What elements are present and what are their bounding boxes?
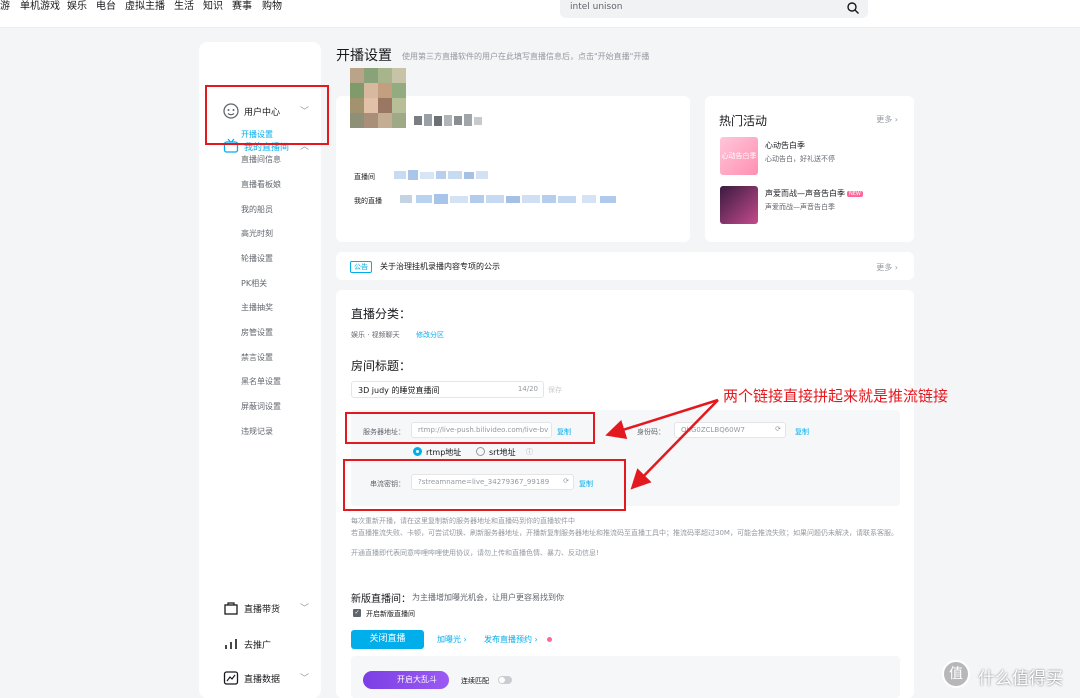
note-line: 若直播推流失败、卡顿，可尝试切换、刷新服务器地址，开播新复制服务器地址和推流码至… <box>351 529 898 537</box>
chevron-down-icon: ﹀ <box>299 674 309 684</box>
category-title: 直播分类： <box>351 307 412 321</box>
hot-item-sub: 声爱而战—声音告白季 <box>765 203 835 211</box>
chevron-down-icon: ﹀ <box>299 604 309 614</box>
nav-item[interactable]: 游 <box>0 0 10 14</box>
sidebar-item-stats[interactable]: 直播数据 ﹀ <box>199 665 321 691</box>
schedule-link[interactable]: 发布直播预约 › <box>484 634 538 645</box>
room-url-mosaic <box>394 170 488 180</box>
notice-text[interactable]: 关于治理挂机录播内容专项的公示 <box>380 261 500 272</box>
instruction-notes: 每次重新开播，请在这里复制新的服务器地址和直播码到你的直播软件中 若直播推流失败… <box>351 515 901 559</box>
sidebar-item-label: 直播数据 <box>244 675 281 685</box>
change-category-link[interactable]: 修改分区 <box>416 330 444 340</box>
help-icon[interactable]: ⓘ <box>526 447 533 457</box>
sidebar-sub-item[interactable]: PK相关 <box>241 278 267 289</box>
sidebar-sub-item[interactable]: 房管设置 <box>241 327 273 338</box>
chart-icon <box>223 671 239 685</box>
sidebar-sub-item[interactable]: 轮播设置 <box>241 253 273 264</box>
highlight-box <box>205 85 329 145</box>
nav-item[interactable]: 购物 <box>262 0 282 14</box>
sidebar-sub-item[interactable]: 高光时刻 <box>241 228 273 239</box>
page-title: 开播设置 <box>336 48 392 64</box>
category-value: 娱乐 · 视频聊天 <box>351 331 400 339</box>
search-icon[interactable] <box>846 1 860 15</box>
sidebar-sub-item[interactable]: 黑名单设置 <box>241 376 281 387</box>
hot-item-title: 心动告白季 <box>765 141 805 150</box>
nav-item[interactable]: 单机游戏 <box>20 0 60 14</box>
profile-card: 直播间 我的直播 <box>336 68 690 242</box>
hot-thumb: 心动告白季 <box>720 137 758 175</box>
highlight-box <box>343 459 626 511</box>
nav-item[interactable]: 虚拟主播 <box>125 0 165 14</box>
room-title-input[interactable]: 3D judy 的睡觉直播间 14/20 <box>351 381 544 398</box>
nav-item[interactable]: 赛事 <box>232 0 252 14</box>
nav-item[interactable]: 电台 <box>96 0 116 14</box>
top-nav: 游 单机游戏 娱乐 电台 虚拟主播 生活 知识 赛事 购物 <box>0 0 1080 28</box>
sidebar-sub-item[interactable]: 我的船员 <box>241 204 273 215</box>
refresh-icon[interactable]: ⟳ <box>775 425 781 433</box>
hot-more-link[interactable]: 更多 › <box>876 114 898 125</box>
hot-title: 热门活动 <box>719 114 768 128</box>
enable-new-label: 开启新版直播间 <box>366 610 415 618</box>
sidebar-sub-item[interactable]: 主播抽奖 <box>241 302 273 313</box>
new-room-title: 新版直播间： <box>351 594 411 605</box>
srt-label: srt地址 <box>489 448 516 457</box>
search-input[interactable]: intel unison <box>560 0 868 18</box>
hot-item-title: 声爱而战—声音告白季 NEW <box>765 189 863 198</box>
note-line: 每次重新开播，请在这里复制新的服务器地址和直播码到你的直播软件中 <box>351 517 575 525</box>
promote-icon <box>225 639 237 649</box>
continuous-label: 连续匹配 <box>461 677 489 685</box>
annotation-arrows <box>605 398 719 490</box>
sidebar-sub-item[interactable]: 直播间信息 <box>241 154 281 165</box>
close-live-button[interactable]: 关闭直播 <box>351 630 424 649</box>
hot-item-sub: 心动告白，好礼送不停 <box>765 155 835 163</box>
room-label: 直播间 <box>354 173 375 181</box>
title-count: 14/20 <box>517 385 538 393</box>
note-line: 开通直播即代表同意哔哩哔哩使用协议，请勿上传和直播色情、暴力、反动信息! <box>351 549 599 557</box>
nav-item[interactable]: 生活 <box>174 0 194 14</box>
sidebar-sub-item[interactable]: 禁言设置 <box>241 352 273 363</box>
notice-more-link[interactable]: 更多 › <box>876 262 898 273</box>
highlight-box <box>345 412 595 444</box>
watermark-text: 什么值得买 <box>978 669 1063 689</box>
notice-bar: 公告 关于治理挂机录播内容专项的公示 更多 › <box>336 252 914 280</box>
rtmp-label: rtmp地址 <box>426 448 462 457</box>
red-dot <box>547 637 552 642</box>
sidebar-sub-item[interactable]: 违规记录 <box>241 426 273 437</box>
room-title-label: 房间标题： <box>351 359 412 373</box>
my-live-url-mosaic <box>400 194 616 204</box>
hot-thumb <box>720 186 758 224</box>
search-value: intel unison <box>570 2 623 12</box>
continuous-toggle[interactable] <box>498 676 512 684</box>
save-button[interactable]: 保存 <box>548 385 562 395</box>
battle-button[interactable]: 开启大乱斗 <box>363 671 449 689</box>
hot-activities-card: 热门活动 更多 › 心动告白季 心动告白季 心动告白，好礼送不停 声爱而战—声音… <box>705 96 914 242</box>
copy-identity-button[interactable]: 复制 <box>795 427 809 437</box>
watermark-logo: 值 <box>942 660 970 688</box>
sidebar-sub-item[interactable]: 屏蔽词设置 <box>241 401 281 412</box>
sidebar-item-label: 直播带货 <box>244 605 281 615</box>
enable-new-checkbox[interactable]: ✓ <box>353 609 361 617</box>
nav-item[interactable]: 知识 <box>203 0 223 14</box>
srt-radio[interactable] <box>476 447 485 456</box>
notice-tag: 公告 <box>350 261 372 273</box>
nav-item[interactable]: 娱乐 <box>67 0 87 14</box>
sidebar-item-label: 去推广 <box>244 641 272 651</box>
sidebar-item-promote[interactable]: 去推广 <box>199 631 321 657</box>
watermark: 值 什么值得买 <box>942 656 1072 692</box>
sidebar-item-goods[interactable]: 直播带货 ﹀ <box>199 595 321 621</box>
avatar <box>350 68 406 128</box>
boost-link[interactable]: 加曝光 › <box>437 634 467 645</box>
annotation-text: 两个链接直接拼起来就是推流链接 <box>723 387 949 405</box>
page-description: 使用第三方直播软件的用户在此填写直播信息后，点击"开始直播"开播 <box>402 52 650 61</box>
username-mosaic <box>414 114 482 126</box>
sidebar-sub-item[interactable]: 直播看板娘 <box>241 179 281 190</box>
shop-icon <box>224 602 238 615</box>
rtmp-radio[interactable] <box>413 447 422 456</box>
new-room-desc: 为主播增加曝光机会，让用户更容易找到你 <box>412 593 564 602</box>
new-badge: NEW <box>847 190 863 197</box>
my-live-label: 我的直播 <box>354 197 382 205</box>
